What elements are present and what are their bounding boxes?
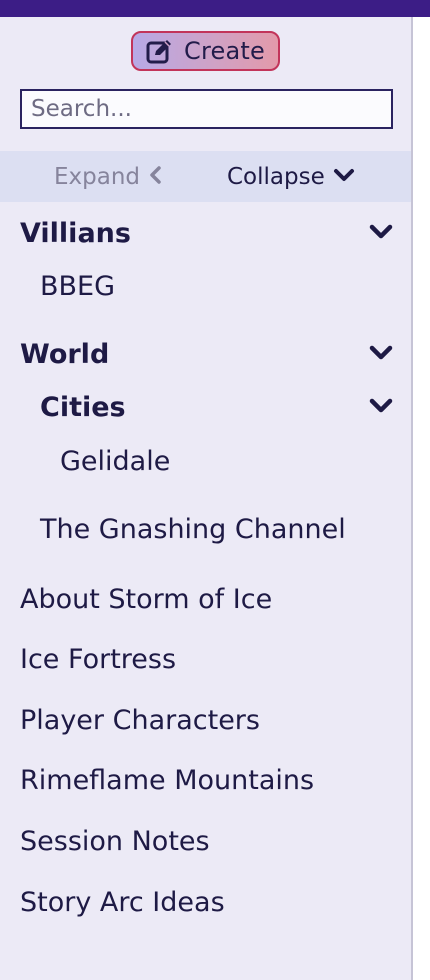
create-button-label: Create (184, 37, 265, 65)
chevron-down-icon (333, 167, 355, 187)
tree-item-label: Story Arc Ideas (20, 886, 225, 918)
tree-item-label: Ice Fortress (20, 643, 177, 675)
tree-item-player-characters[interactable]: Player Characters (0, 697, 411, 743)
chevron-left-icon (148, 165, 162, 189)
tree-item-label: About Storm of Ice (20, 583, 273, 615)
tree-item-ice-fortress[interactable]: Ice Fortress (0, 636, 411, 682)
tree-item-about-storm-of-ice[interactable]: About Storm of Ice (0, 576, 411, 622)
tree-group-label: Cities (40, 391, 126, 423)
edit-icon (146, 38, 174, 64)
tree-item-label: Rimeflame Mountains (20, 764, 315, 796)
expand-label: Expand (54, 163, 141, 190)
tree-item-label: The Gnashing Channel (40, 513, 346, 545)
tree-item-rimeflame-mountains[interactable]: Rimeflame Mountains (0, 757, 411, 803)
tree-item-session-notes[interactable]: Session Notes (0, 818, 411, 864)
tree-item-gelidale[interactable]: Gelidale (0, 438, 411, 484)
tree-item-label: Gelidale (60, 445, 171, 477)
chevron-down-icon[interactable] (369, 344, 393, 366)
tree-item-label: Session Notes (20, 825, 210, 857)
content-pane (413, 17, 430, 980)
tree-controls-bar: Expand Collapse (0, 151, 411, 202)
search-input[interactable] (20, 89, 393, 129)
app-window: Create Expand Collapse Villians BBEG Wor… (0, 0, 430, 980)
chevron-down-icon[interactable] (369, 397, 393, 419)
tree-item-label: BBEG (40, 270, 116, 302)
create-button[interactable]: Create (131, 31, 280, 71)
tree-item-story-arc-ideas[interactable]: Story Arc Ideas (0, 879, 411, 925)
tree-group-world[interactable]: World (0, 331, 411, 377)
collapse-label: Collapse (227, 163, 325, 190)
tree-item-bbeg[interactable]: BBEG (0, 263, 411, 309)
top-header-bar (0, 0, 430, 17)
tree-item-gnashing-channel[interactable]: The Gnashing Channel (0, 506, 411, 552)
tree-group-villians[interactable]: Villians (0, 210, 411, 256)
collapse-all-button[interactable]: Collapse (227, 151, 355, 202)
expand-all-button[interactable]: Expand (54, 151, 162, 202)
tree-group-label: World (20, 338, 110, 370)
tree-group-cities[interactable]: Cities (0, 384, 411, 430)
tree-item-label: Player Characters (20, 704, 260, 736)
chevron-down-icon[interactable] (369, 223, 393, 245)
tree-group-label: Villians (20, 217, 131, 249)
